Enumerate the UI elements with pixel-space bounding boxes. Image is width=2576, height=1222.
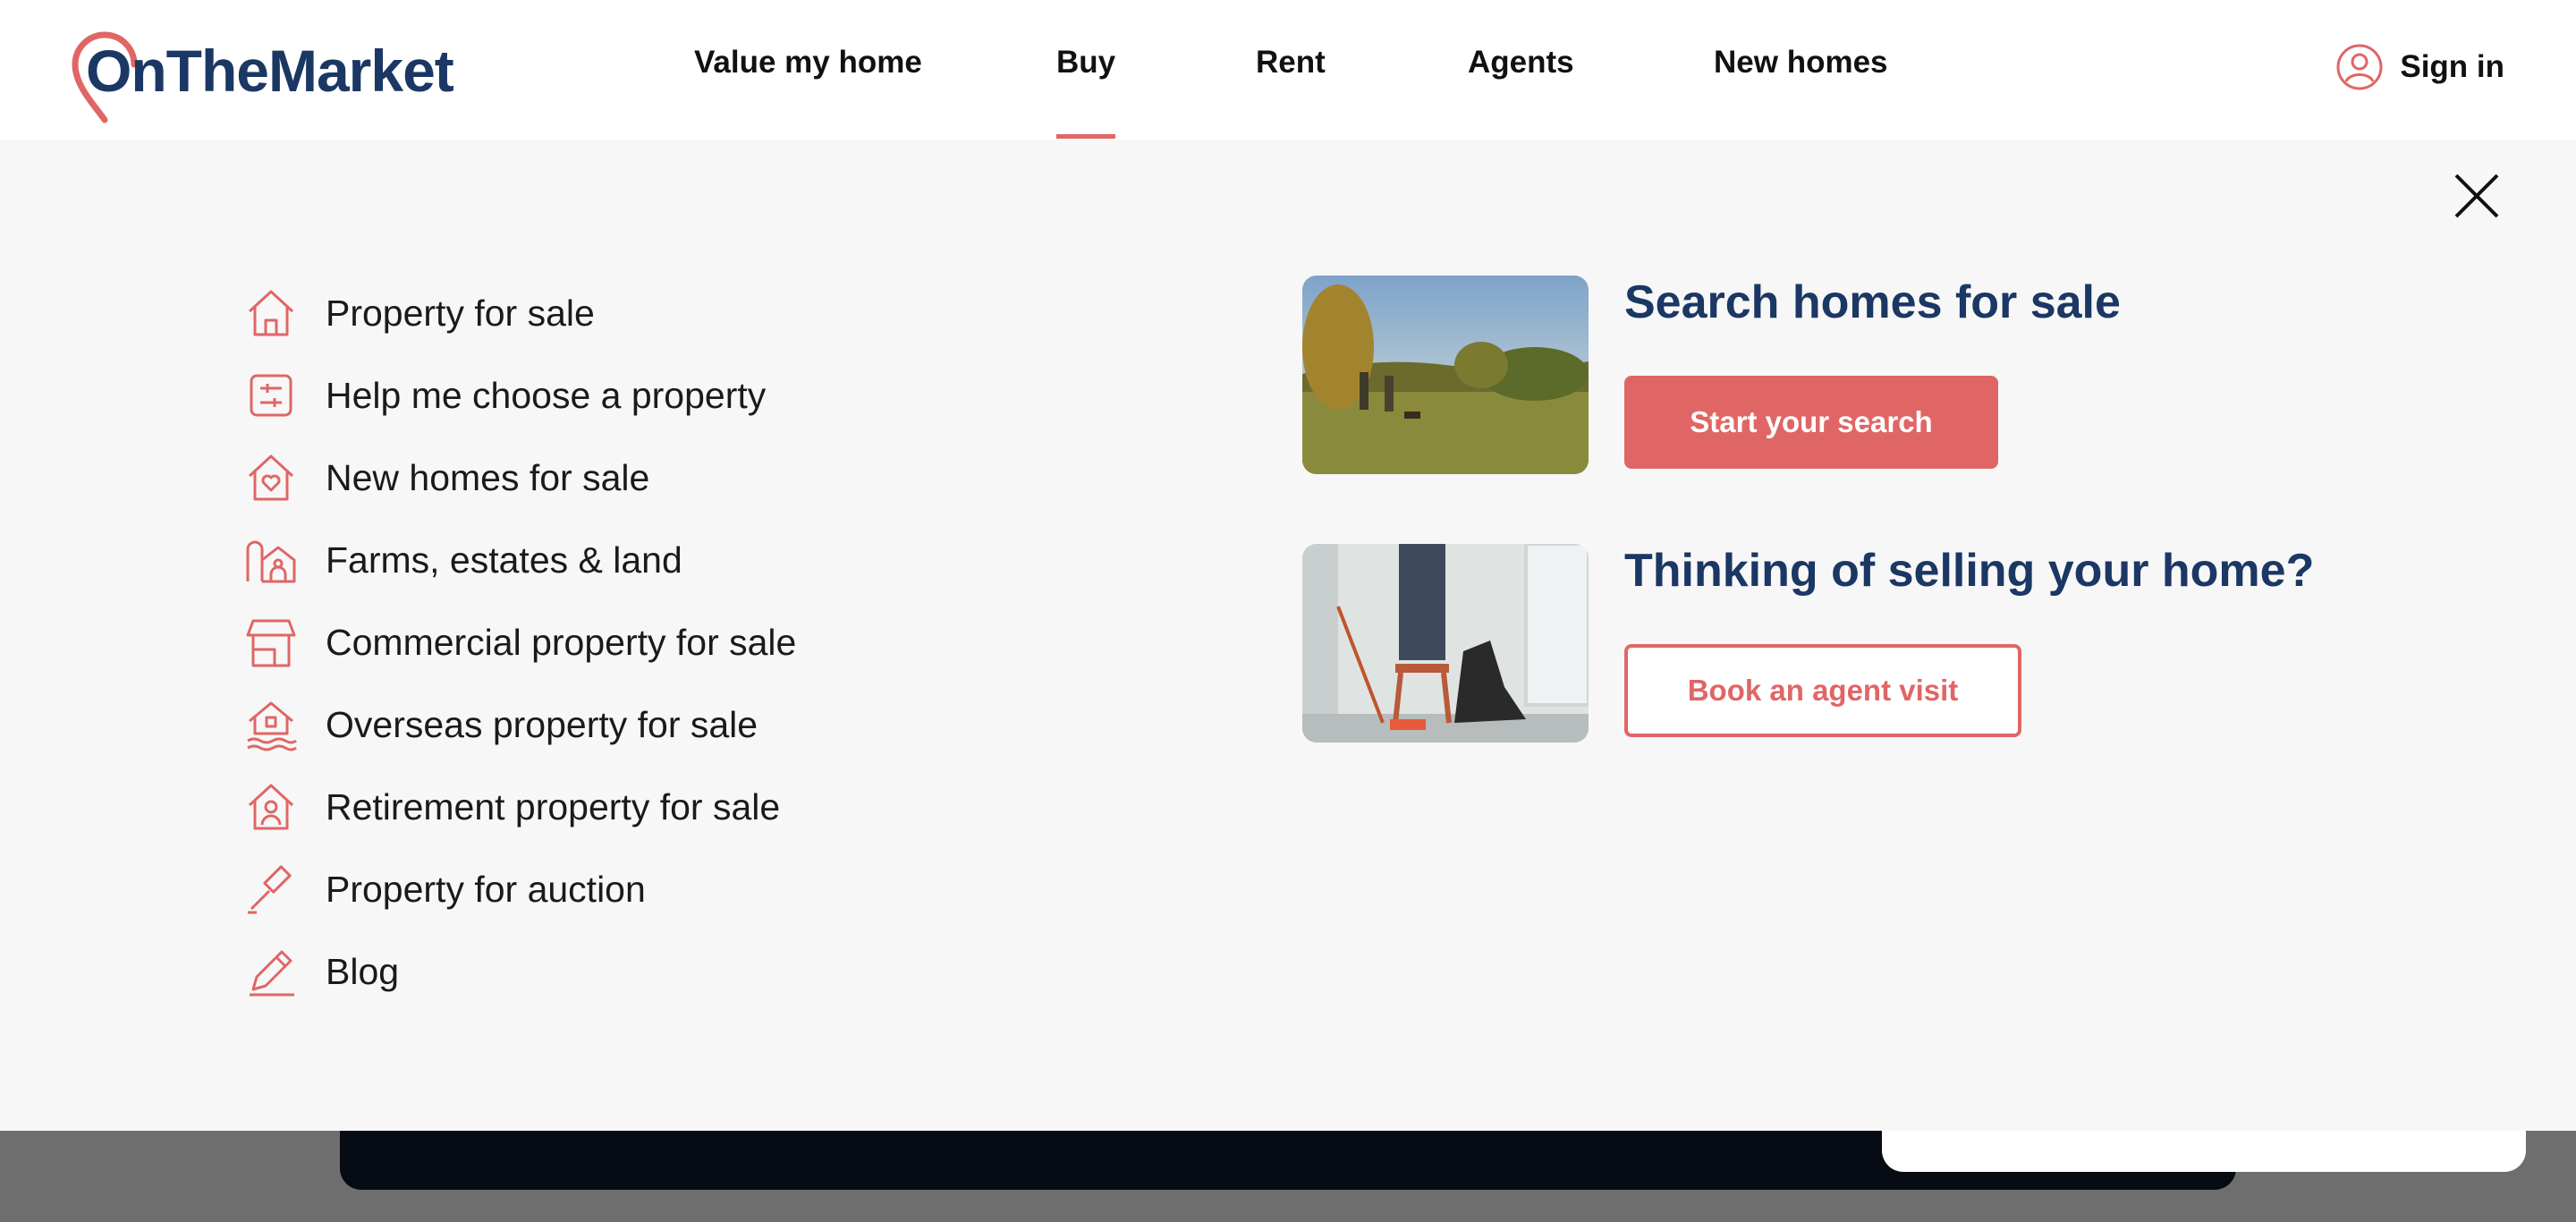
promo-image-painting: [1302, 544, 1589, 743]
background-card: [1882, 1131, 2526, 1172]
user-circle-icon: [2336, 44, 2383, 90]
menu-item-farms-estates-land[interactable]: Farms, estates & land: [242, 519, 796, 601]
shop-icon: [242, 613, 301, 672]
site-header: OnTheMarket Value my home Buy Rent Agent…: [0, 0, 2576, 140]
buy-mega-menu: Property for sale Help me choose a prope…: [0, 140, 2576, 1131]
promo-title-search: Search homes for sale: [1624, 276, 2121, 328]
menu-item-new-homes-for-sale[interactable]: New homes for sale: [242, 437, 796, 519]
pencil-icon: [242, 942, 301, 1001]
farm-icon: [242, 530, 301, 590]
house-person-icon: [242, 777, 301, 836]
close-icon[interactable]: [2453, 172, 2501, 220]
sliders-icon: [242, 366, 301, 425]
start-search-button[interactable]: Start your search: [1624, 376, 1998, 469]
nav-agents[interactable]: Agents: [1468, 45, 1574, 81]
menu-item-property-for-auction[interactable]: Property for auction: [242, 848, 796, 930]
sign-in-button[interactable]: Sign in: [2335, 43, 2504, 91]
main-nav: Value my home Buy Rent Agents New homes: [0, 0, 2576, 140]
menu-item-commercial-property[interactable]: Commercial property for sale: [242, 601, 796, 683]
buy-menu-list: Property for sale Help me choose a prope…: [242, 272, 796, 1013]
house-icon: [242, 284, 301, 343]
sign-in-label: Sign in: [2400, 49, 2504, 84]
promo-search-homes: Search homes for sale Start your search: [1302, 276, 2465, 474]
house-heart-icon: [242, 448, 301, 507]
menu-item-blog[interactable]: Blog: [242, 930, 796, 1013]
menu-item-property-for-sale[interactable]: Property for sale: [242, 272, 796, 354]
house-waves-icon: [242, 695, 301, 754]
nav-value-my-home[interactable]: Value my home: [694, 45, 922, 81]
book-agent-visit-button[interactable]: Book an agent visit: [1624, 644, 2021, 737]
menu-item-help-me-choose[interactable]: Help me choose a property: [242, 354, 796, 437]
menu-item-retirement-property[interactable]: Retirement property for sale: [242, 766, 796, 848]
gavel-icon: [242, 860, 301, 919]
promo-selling-home: Thinking of selling your home? Book an a…: [1302, 544, 2465, 743]
menu-item-overseas-property[interactable]: Overseas property for sale: [242, 683, 796, 766]
promo-title-selling: Thinking of selling your home?: [1624, 545, 2315, 597]
nav-rent[interactable]: Rent: [1256, 45, 1326, 81]
nav-new-homes[interactable]: New homes: [1714, 45, 1888, 81]
nav-buy[interactable]: Buy: [1056, 45, 1116, 139]
promo-image-park: [1302, 276, 1589, 474]
